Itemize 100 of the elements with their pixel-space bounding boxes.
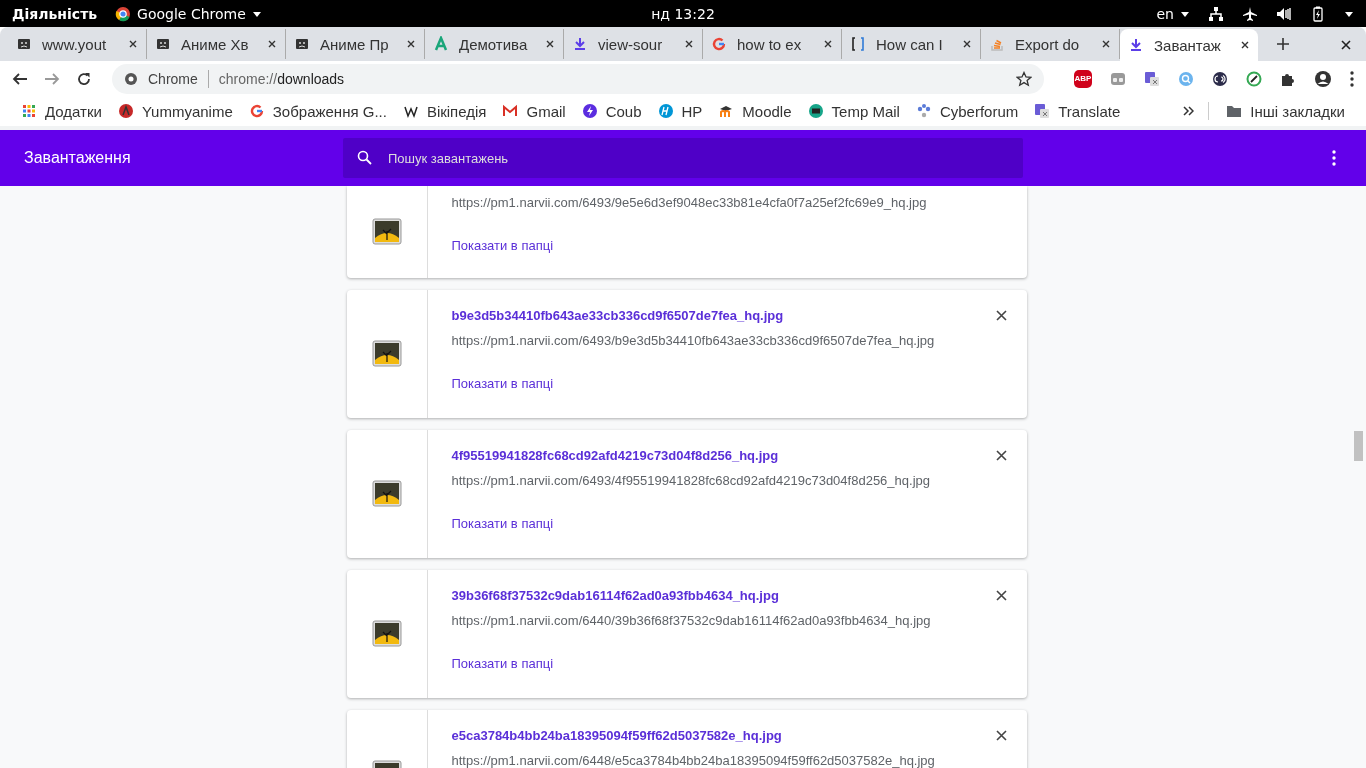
site-label: Chrome xyxy=(148,70,198,87)
source-url: https://pm1.narvii.com/6493/9e5e6d3ef9048ec33b81e4cfa0f7a25ef2fc69e9_hq.jpg xyxy=(451,195,928,210)
bookmark-link[interactable]: Coub xyxy=(574,102,649,120)
browser-tab[interactable]: Аниме Пр xyxy=(286,29,425,59)
bookmark-link[interactable]: Moodle xyxy=(711,102,799,120)
translate-icon xyxy=(1034,103,1051,119)
chrome-logo-icon xyxy=(124,71,138,86)
bookmark-link[interactable]: HP xyxy=(650,102,710,120)
new-tab-icon[interactable] xyxy=(1276,37,1290,51)
file-name-link[interactable]: 4f95519941828fc68cd92afd4219c73d04f8d256_hq.jpg xyxy=(451,447,779,463)
browser-tab[interactable]: www.yout xyxy=(8,29,147,59)
download-icon xyxy=(1128,37,1144,53)
close-icon[interactable] xyxy=(823,39,833,49)
show-in-folder-link[interactable]: Показати в папці xyxy=(451,516,1007,531)
browser-tab[interactable]: How can I xyxy=(842,29,981,59)
connected-dots-icon xyxy=(915,103,932,119)
close-icon[interactable] xyxy=(1101,39,1111,49)
caret-icon xyxy=(251,9,262,18)
app-menu[interactable]: Google Chrome xyxy=(115,5,262,22)
source-url: https://pm1.narvii.com/6448/e5ca3784b4bb24ba18395094f59ff62d5037582e_hq.jpg xyxy=(451,753,936,768)
image-file-icon xyxy=(371,340,402,368)
close-icon[interactable] xyxy=(1240,40,1250,50)
close-icon[interactable] xyxy=(406,39,416,49)
bookmark-link[interactable]: Вікіпедія xyxy=(395,102,494,120)
search-field[interactable]: Пошук завантажень xyxy=(343,138,1023,178)
close-icon[interactable] xyxy=(1340,39,1352,51)
url-text: chrome://downloads xyxy=(218,70,345,87)
page-title: Завантаження xyxy=(24,149,132,167)
apps-grid-icon xyxy=(21,103,37,119)
close-icon[interactable] xyxy=(995,309,1007,321)
image-file-icon xyxy=(371,480,402,508)
bookmark-link[interactable]: Translate xyxy=(1027,102,1128,120)
sad-page-icon xyxy=(294,36,310,52)
bookmark-link[interactable]: Yummyanime xyxy=(110,102,240,120)
round-logo-icon xyxy=(117,103,134,119)
close-icon[interactable] xyxy=(267,39,277,49)
envelope-m-icon xyxy=(502,103,519,119)
translate-icon[interactable] xyxy=(1144,70,1160,87)
source-url: https://pm1.narvii.com/6493/4f95519941828fc68cd92afd4219c73d04f8d256_hq.jpg xyxy=(451,473,931,488)
hp-circle-icon xyxy=(657,103,674,119)
sad-page-icon xyxy=(155,36,171,52)
scrollbar-thumb[interactable] xyxy=(1354,431,1363,461)
close-icon[interactable] xyxy=(995,449,1007,461)
file-name-link[interactable]: e5ca3784b4bb24ba18395094f59ff62d5037582e_hq.jpg xyxy=(451,727,782,743)
battery-charging-icon[interactable] xyxy=(1310,5,1326,22)
close-icon[interactable] xyxy=(995,589,1007,601)
bookmark-link[interactable]: Додатки xyxy=(14,102,109,120)
close-icon[interactable] xyxy=(684,39,694,49)
envelope-circle-icon xyxy=(807,103,824,119)
google-g-icon xyxy=(711,36,727,52)
forward-arrow-icon[interactable] xyxy=(44,70,60,87)
language-menu[interactable]: en xyxy=(1156,5,1190,22)
clock[interactable]: нд 13:22 xyxy=(651,5,715,22)
chevron-double-icon[interactable] xyxy=(1183,106,1195,116)
file-name-link[interactable]: 39b36f68f37532c9dab16114f62ad0a93fbb4634_hq.jpg xyxy=(451,587,779,603)
network-icon[interactable] xyxy=(1208,5,1224,22)
bookmark-link[interactable]: Cyberforum xyxy=(908,102,1026,120)
image-file-icon xyxy=(371,218,402,246)
bracket-icon xyxy=(850,36,866,52)
more-vertical-icon[interactable] xyxy=(1350,70,1354,87)
close-icon[interactable] xyxy=(128,39,138,49)
letter-a-icon xyxy=(433,36,449,52)
more-vertical-icon[interactable] xyxy=(1332,150,1336,166)
show-in-folder-link[interactable]: Показати в папці xyxy=(451,656,1007,671)
bookmark-link[interactable]: Gmail xyxy=(495,102,573,120)
file-name-link[interactable]: b9e3d5b34410fb643ae33cb336cd9f6507de7fea_hq.jpg xyxy=(451,307,784,323)
browser-tab[interactable]: Завантаж xyxy=(1120,29,1258,61)
caret-icon xyxy=(1180,9,1190,18)
show-in-folder-link[interactable]: Показати в папці xyxy=(451,238,1007,253)
reload-icon[interactable] xyxy=(76,70,92,87)
bookmark-folder[interactable]: Інші закладки xyxy=(1219,102,1352,120)
compass-icon[interactable] xyxy=(1246,70,1262,87)
chrome-logo-icon xyxy=(115,5,132,22)
bookmark-link[interactable]: Temp Mail xyxy=(800,102,907,120)
source-url: https://pm1.narvii.com/6440/39b36f68f37532c9dab16114f62ad0a93fbb4634_hq.jpg xyxy=(451,613,932,628)
close-icon[interactable] xyxy=(545,39,555,49)
glasses-icon[interactable] xyxy=(1110,70,1126,87)
browser-tab[interactable]: Аниме Хв xyxy=(147,29,286,59)
adblock-extension-icon[interactable]: ABP xyxy=(1074,69,1092,88)
sad-page-icon xyxy=(16,36,32,52)
browser-tab[interactable]: view-sour xyxy=(564,29,703,59)
browser-tab[interactable]: how to ex xyxy=(703,29,842,59)
volume-icon[interactable] xyxy=(1276,5,1292,22)
google-g-icon xyxy=(248,103,265,119)
show-in-folder-link[interactable]: Показати в папці xyxy=(451,376,1007,391)
bookmark-link[interactable]: Зображення G... xyxy=(241,102,394,120)
back-arrow-icon[interactable] xyxy=(12,70,28,87)
download-icon xyxy=(572,36,588,52)
star-icon[interactable] xyxy=(1016,70,1032,87)
search-icon xyxy=(357,150,372,165)
image-file-icon xyxy=(371,620,402,648)
sound-waves-icon[interactable] xyxy=(1212,70,1228,87)
address-bar[interactable]: Chrome chrome://downloads xyxy=(112,63,1044,94)
profile-avatar-icon[interactable] xyxy=(1314,69,1332,88)
caret-icon[interactable] xyxy=(1344,9,1354,18)
activities-button[interactable]: Діяльність xyxy=(12,5,98,22)
lightning-icon xyxy=(581,103,598,119)
browser-tab[interactable]: Демотива xyxy=(425,29,564,59)
close-icon[interactable] xyxy=(962,39,972,49)
close-icon[interactable] xyxy=(995,729,1007,741)
